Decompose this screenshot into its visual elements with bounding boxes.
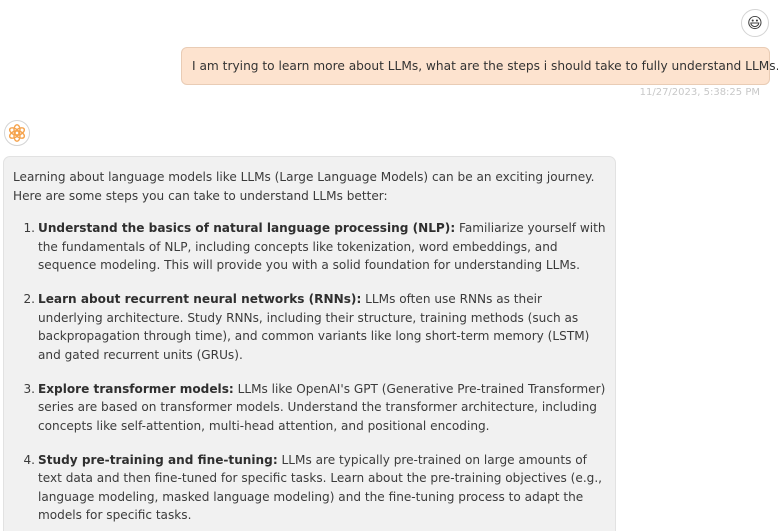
openai-logo-icon bbox=[8, 124, 26, 142]
step-content: Explore transformer models: LLMs like Op… bbox=[38, 380, 607, 436]
smiley-emoji-icon: 😃 bbox=[747, 13, 763, 32]
step-number: 1. bbox=[23, 221, 35, 235]
step-content: Understand the basics of natural languag… bbox=[38, 219, 607, 275]
user-message-text: I am trying to learn more about LLMs, wh… bbox=[192, 59, 778, 73]
message-timestamp: 11/27/2023, 5:38:25 PM bbox=[639, 87, 760, 98]
step-number: 4. bbox=[23, 452, 35, 467]
step-number: 2. bbox=[23, 292, 35, 306]
step-content: Learn about recurrent neural networks (R… bbox=[38, 290, 607, 364]
assistant-intro-text: Learning about language models like LLMs… bbox=[13, 170, 595, 203]
user-avatar: 😃 bbox=[741, 9, 769, 37]
assistant-message-bubble: Learning about language models like LLMs… bbox=[3, 156, 616, 531]
step-title: Understand the basics of natural languag… bbox=[38, 221, 456, 235]
list-item: 3. Explore transformer models: LLMs like… bbox=[13, 380, 607, 436]
step-title: Study pre-training and fine-tuning: bbox=[38, 452, 278, 467]
step-content: Study pre-training and fine-tuning: LLMs… bbox=[38, 451, 607, 525]
list-item: 1. Understand the basics of natural lang… bbox=[13, 219, 607, 275]
list-item: 2. Learn about recurrent neural networks… bbox=[13, 290, 607, 364]
step-number: 3. bbox=[23, 381, 35, 396]
step-title: Learn about recurrent neural networks (R… bbox=[38, 292, 362, 306]
steps-list: 1. Understand the basics of natural lang… bbox=[13, 219, 607, 525]
list-item: 4. Study pre-training and fine-tuning: L… bbox=[13, 451, 607, 525]
chat-window: 😃 I am trying to learn more about LLMs, … bbox=[0, 0, 778, 531]
user-message-bubble: I am trying to learn more about LLMs, wh… bbox=[181, 47, 778, 85]
step-title: Explore transformer models: bbox=[38, 381, 234, 396]
assistant-avatar bbox=[4, 120, 30, 146]
